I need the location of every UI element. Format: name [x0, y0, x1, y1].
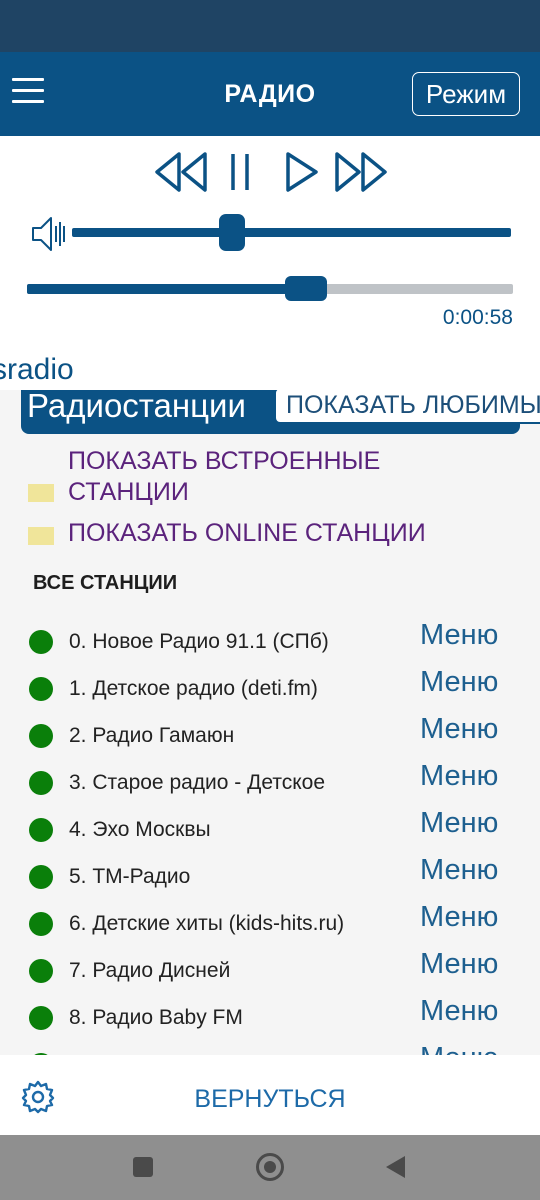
station-status-dot	[29, 677, 53, 701]
station-name[interactable]: 8. Радио Baby FM	[69, 1006, 243, 1030]
online-stations-checkbox[interactable]	[28, 527, 54, 545]
station-status-dot	[29, 959, 53, 983]
station-menu-button[interactable]: Меню	[420, 619, 498, 652]
stations-panel: Радиостанции ПОКАЗАТЬ ЛЮБИМЫЕ ПОКАЗАТЬ В…	[0, 390, 540, 1055]
station-status-dot	[29, 1006, 53, 1030]
rewind-icon[interactable]	[152, 151, 208, 193]
elapsed-time: 0:00:58	[442, 306, 513, 329]
pause-icon[interactable]	[222, 151, 258, 193]
station-menu-button[interactable]: Меню	[420, 713, 498, 746]
show-favorites-button[interactable]: ПОКАЗАТЬ ЛЮБИМЫЕ	[274, 390, 540, 424]
play-icon[interactable]	[284, 151, 320, 193]
station-status-dot	[29, 912, 53, 936]
station-name[interactable]: 2. Радио Гамаюн	[69, 724, 234, 748]
station-menu-button[interactable]: Меню	[420, 1042, 498, 1055]
station-status-dot	[29, 865, 53, 889]
mode-button[interactable]: Режим	[412, 72, 520, 116]
current-source-label: sradio	[0, 353, 74, 386]
stations-tab-bar: Радиостанции ПОКАЗАТЬ ЛЮБИМЫЕ	[21, 390, 540, 434]
station-menu-button[interactable]: Меню	[420, 995, 498, 1028]
station-row[interactable]: 0. Новое Радио 91.1 (СПб) Меню	[0, 619, 540, 665]
station-row[interactable]: 6. Детские хиты (kids-hits.ru) Меню	[0, 901, 540, 947]
station-row[interactable]: 4. Эхо Москвы Меню	[0, 807, 540, 853]
station-row-partial[interactable]: Меню	[0, 1042, 540, 1055]
station-status-dot	[29, 771, 53, 795]
app-bar: РАДИО Режим	[0, 52, 540, 136]
status-bar	[0, 0, 540, 52]
filter-builtin-label-line1: ПОКАЗАТЬ ВСТРОЕННЫЕ	[68, 447, 381, 475]
system-nav-bar	[0, 1135, 540, 1200]
seek-bar-progress	[27, 284, 300, 294]
station-menu-button[interactable]: Меню	[420, 807, 498, 840]
home-icon[interactable]	[256, 1153, 284, 1181]
builtin-stations-checkbox[interactable]	[28, 484, 54, 502]
station-name[interactable]: 5. ТМ-Радио	[69, 865, 190, 889]
station-menu-button[interactable]: Меню	[420, 760, 498, 793]
station-row[interactable]: 3. Старое радио - Детское Меню	[0, 760, 540, 806]
station-name[interactable]: 6. Детские хиты (kids-hits.ru)	[69, 912, 344, 936]
filter-builtin-label-line2: СТАНЦИИ	[68, 478, 189, 506]
station-row[interactable]: 1. Детское радио (deti.fm) Меню	[0, 666, 540, 712]
back-button[interactable]: ВЕРНУТЬСЯ	[0, 1085, 540, 1114]
filter-builtin-stations[interactable]: ПОКАЗАТЬ ВСТРОЕННЫЕ СТАНЦИИ	[28, 446, 528, 508]
station-row[interactable]: 8. Радио Baby FM Меню	[0, 995, 540, 1041]
volume-slider-thumb[interactable]	[219, 214, 245, 251]
seek-bar-thumb[interactable]	[285, 276, 327, 301]
seek-bar[interactable]	[27, 284, 513, 294]
station-status-dot	[29, 630, 53, 654]
recent-apps-icon[interactable]	[133, 1157, 153, 1177]
station-name[interactable]: 7. Радио Дисней	[69, 959, 230, 983]
station-menu-button[interactable]: Меню	[420, 901, 498, 934]
station-name[interactable]: 1. Детское радио (deti.fm)	[69, 677, 318, 701]
speaker-icon[interactable]	[30, 213, 66, 255]
back-arrow-icon[interactable]	[386, 1156, 405, 1178]
station-row[interactable]: 5. ТМ-Радио Меню	[0, 854, 540, 900]
station-name[interactable]: 3. Старое радио - Детское	[69, 771, 325, 795]
player-panel: 0:00:58 sradio	[0, 136, 540, 390]
station-menu-button[interactable]: Меню	[420, 948, 498, 981]
station-status-dot	[29, 724, 53, 748]
station-row[interactable]: 7. Радио Дисней Меню	[0, 948, 540, 994]
station-menu-button[interactable]: Меню	[420, 854, 498, 887]
filter-online-label: ПОКАЗАТЬ ONLINE СТАНЦИИ	[68, 519, 426, 547]
station-menu-button[interactable]: Меню	[420, 666, 498, 699]
all-stations-heading: ВСЕ СТАНЦИИ	[33, 572, 178, 594]
fast-forward-icon[interactable]	[334, 151, 390, 193]
stations-tab-label[interactable]: Радиостанции	[27, 390, 246, 425]
bottom-bar: ВЕРНУТЬСЯ	[0, 1055, 540, 1135]
station-row[interactable]: 2. Радио Гамаюн Меню	[0, 713, 540, 759]
station-name[interactable]: 0. Новое Радио 91.1 (СПб)	[69, 630, 329, 654]
filter-online-stations[interactable]: ПОКАЗАТЬ ONLINE СТАНЦИИ	[28, 518, 528, 550]
volume-slider-track[interactable]	[72, 228, 511, 237]
station-name[interactable]: 4. Эхо Москвы	[69, 818, 211, 842]
station-status-dot	[29, 818, 53, 842]
